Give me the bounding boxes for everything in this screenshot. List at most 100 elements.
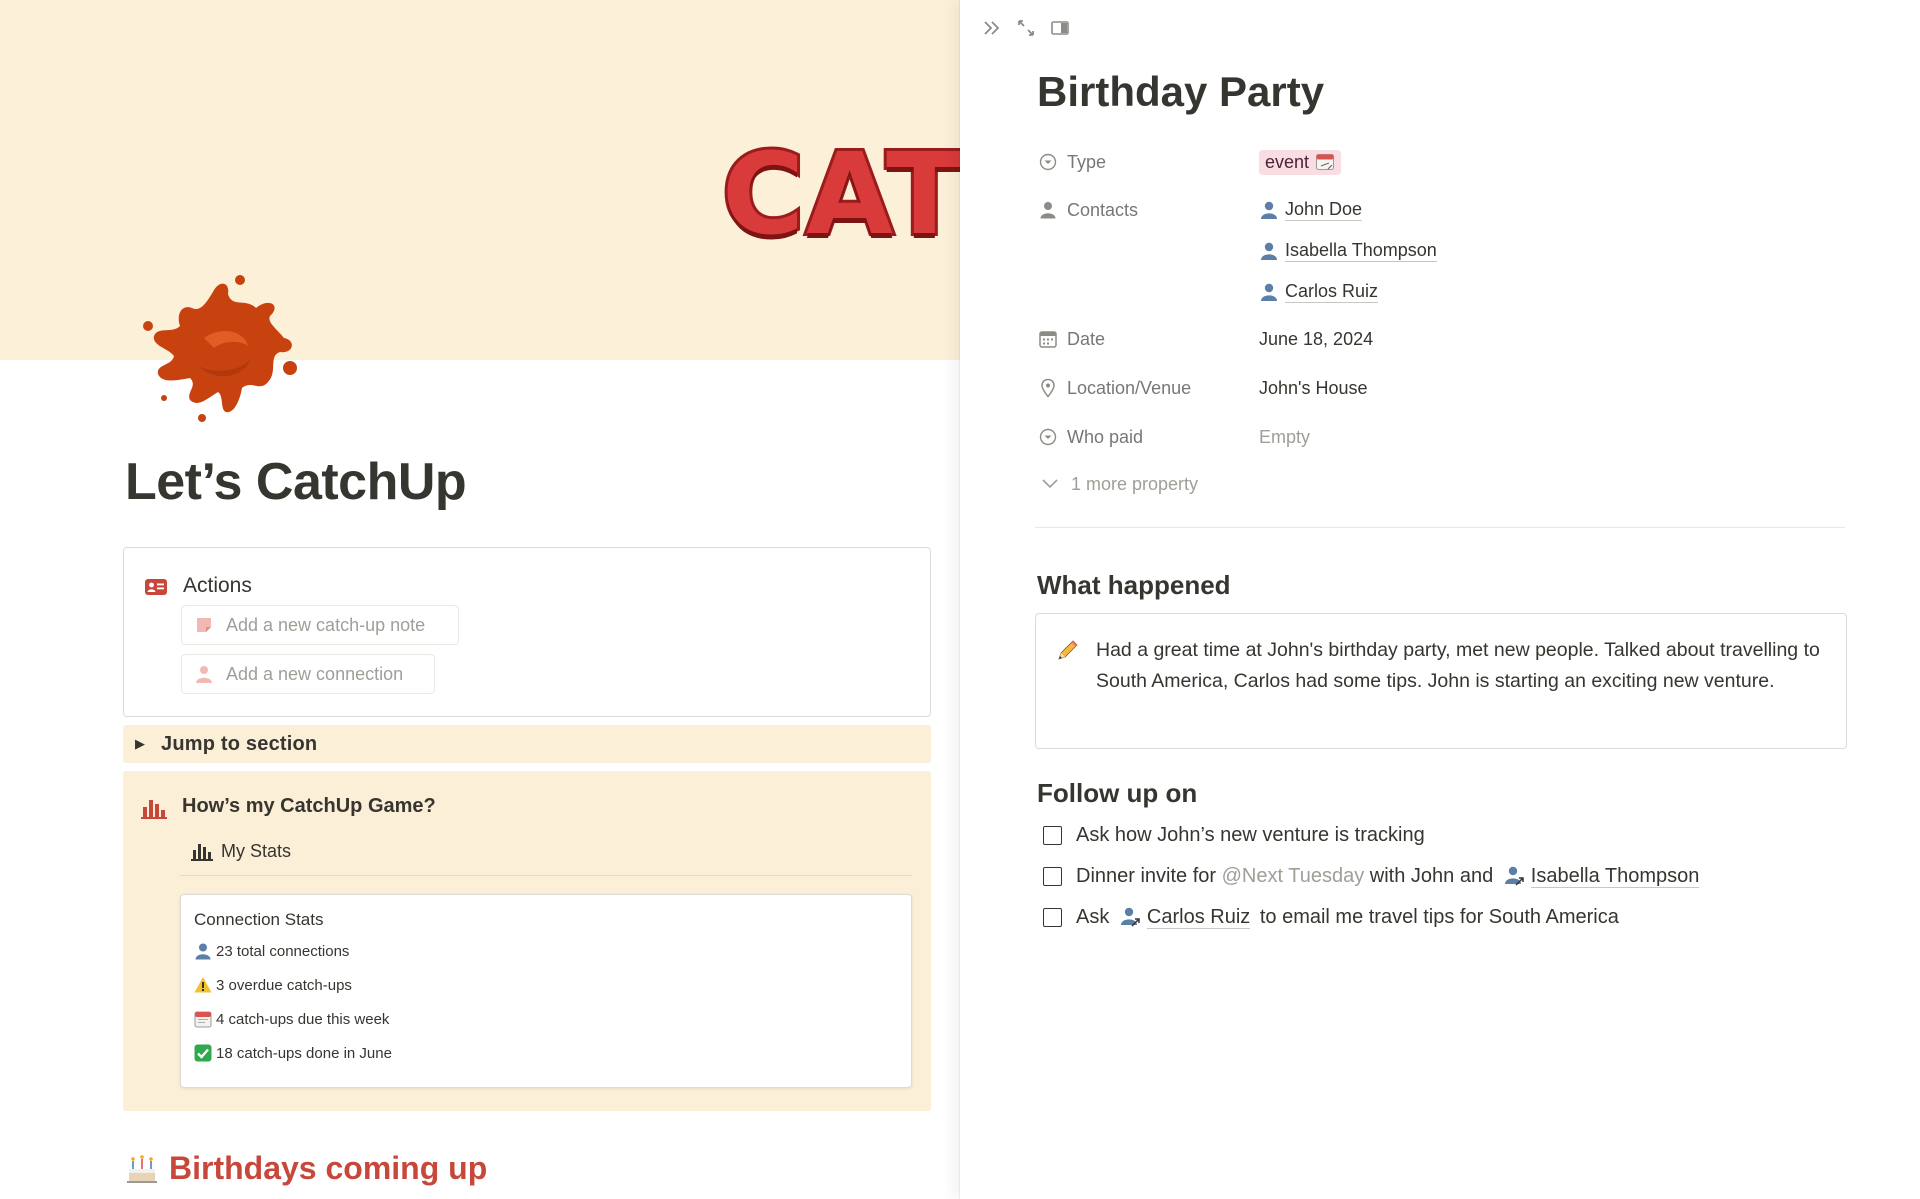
my-stats-link[interactable]: My Stats xyxy=(191,837,291,865)
person-mention[interactable]: Carlos Ruiz xyxy=(1119,905,1251,929)
event-tag: event xyxy=(1259,149,1342,175)
bar-chart-icon xyxy=(141,800,167,819)
calendar-icon xyxy=(194,1011,212,1028)
todo-checkbox[interactable] xyxy=(1043,866,1062,886)
person-mention-icon xyxy=(1504,866,1524,886)
date-mention[interactable]: @Next Tuesday xyxy=(1222,865,1365,888)
catchup-game-title: How’s my CatchUp Game? xyxy=(182,795,436,817)
peek-toolbar xyxy=(980,16,1072,40)
page-title[interactable]: Let’s CatchUp xyxy=(125,452,467,512)
jump-to-section-label: Jump to section xyxy=(161,732,318,755)
what-happened-callout[interactable]: Had a great time at John's birthday part… xyxy=(1035,613,1847,749)
main-page: CATC Let’s CatchUp Actions A xyxy=(0,0,960,1199)
divider xyxy=(1035,527,1845,528)
property-name-label: Location/Venue xyxy=(1067,377,1192,398)
select-icon xyxy=(1039,428,1057,446)
person-mention-name: Carlos Ruiz xyxy=(1146,905,1251,929)
location-value: John's House xyxy=(1259,377,1368,398)
property-name-label: Type xyxy=(1067,151,1107,172)
property-date: Date June 18, 2024 xyxy=(1037,322,1837,356)
connection-stats-title: Connection Stats xyxy=(194,910,324,929)
property-name[interactable]: Type xyxy=(1037,145,1257,179)
paint-splat-icon[interactable] xyxy=(128,268,308,428)
property-name-label: Who paid xyxy=(1067,426,1144,447)
stat-text: 18 catch-ups done in June xyxy=(216,1044,392,1062)
warning-icon xyxy=(194,977,212,993)
toggle-triangle-icon[interactable]: ▶ xyxy=(135,736,161,752)
close-peek-button[interactable] xyxy=(980,16,1004,40)
jump-to-section-toggle[interactable]: ▶ Jump to section xyxy=(123,725,931,763)
empty-value: Empty xyxy=(1259,426,1311,447)
property-name[interactable]: Who paid xyxy=(1037,420,1257,454)
cover-logo-text: CATC xyxy=(719,127,960,263)
note-icon xyxy=(197,618,211,632)
actions-title: Actions xyxy=(183,574,252,597)
chevron-down-icon xyxy=(1042,479,1058,489)
stat-text: 23 total connections xyxy=(216,942,350,960)
open-full-page-button[interactable] xyxy=(1014,16,1038,40)
todo-text[interactable]: Ask how John’s new venture is tracking xyxy=(1076,824,1425,847)
todo-item: Ask Carlos Ruiz to email me travel tips … xyxy=(1043,902,1619,932)
stat-line: 4 catch-ups due this week xyxy=(194,1008,389,1030)
side-peek-panel: Birthday Party Type event Contacts John … xyxy=(960,0,1920,1199)
contact-name: Carlos Ruiz xyxy=(1285,281,1379,303)
stat-line: 3 overdue catch-ups xyxy=(194,974,352,996)
add-connection-button[interactable]: Add a new connection xyxy=(181,654,435,694)
location-pin-icon xyxy=(1041,378,1055,398)
pencil-icon xyxy=(1058,640,1078,660)
person-icon xyxy=(196,666,212,683)
stat-text: 4 catch-ups due this week xyxy=(216,1010,390,1028)
person-icon xyxy=(1261,201,1277,219)
property-name-label: Contacts xyxy=(1067,199,1139,220)
add-catch-up-note-button[interactable]: Add a new catch-up note xyxy=(181,605,459,645)
property-type: Type event xyxy=(1037,145,1837,179)
side-panel-icon xyxy=(1051,21,1069,35)
date-value: June 18, 2024 xyxy=(1259,328,1374,349)
birthdays-heading[interactable]: Birthdays coming up xyxy=(125,1148,487,1188)
todo-text[interactable]: to email me travel tips for South Americ… xyxy=(1260,906,1619,929)
property-value[interactable]: June 18, 2024 xyxy=(1259,322,1373,356)
todo-item: Ask how John’s new venture is tracking xyxy=(1043,820,1425,850)
property-name[interactable]: Location/Venue xyxy=(1037,371,1257,405)
property-contacts: Contacts John Doe Isabella Thompson Carl… xyxy=(1037,193,1837,305)
person-icon xyxy=(195,943,211,960)
person-icon xyxy=(1261,283,1277,301)
person-mention[interactable]: Isabella Thompson xyxy=(1503,865,1700,888)
actions-callout: Actions Add a new catch-up note Add a ne… xyxy=(123,547,931,717)
follow-up-heading[interactable]: Follow up on xyxy=(1037,778,1197,809)
add-catch-up-note-label: Add a new catch-up note xyxy=(226,614,426,635)
contact-link[interactable]: Isabella Thompson xyxy=(1259,234,1437,268)
stat-line: 18 catch-ups done in June xyxy=(194,1042,392,1064)
property-value[interactable]: event xyxy=(1259,145,1342,179)
check-icon xyxy=(194,1044,212,1062)
todo-checkbox[interactable] xyxy=(1043,907,1062,927)
person-mention-name: Isabella Thompson xyxy=(1530,864,1700,888)
peek-mode-button[interactable] xyxy=(1048,16,1072,40)
event-tag-label: event xyxy=(1265,151,1310,172)
bar-chart-icon xyxy=(191,844,213,861)
double-chevron-right-icon xyxy=(984,21,1000,35)
property-name[interactable]: Date xyxy=(1037,322,1257,356)
property-name[interactable]: Contacts xyxy=(1037,193,1257,227)
what-happened-heading[interactable]: What happened xyxy=(1037,570,1231,601)
todo-checkbox[interactable] xyxy=(1043,825,1062,845)
contact-name: Isabella Thompson xyxy=(1285,240,1437,262)
property-name-label: Date xyxy=(1067,328,1106,349)
property-location: Location/Venue John's House xyxy=(1037,371,1837,405)
select-icon xyxy=(1039,153,1057,171)
property-value[interactable]: John's House xyxy=(1259,371,1368,405)
expand-icon xyxy=(1018,20,1034,36)
todo-text[interactable]: Dinner invite for xyxy=(1076,865,1216,888)
person-mention-icon xyxy=(1120,907,1140,927)
stat-text: 3 overdue catch-ups xyxy=(216,976,352,994)
todo-text[interactable]: with John and xyxy=(1370,865,1493,888)
divider xyxy=(180,875,912,876)
contact-link[interactable]: John Doe xyxy=(1259,193,1363,227)
contact-link[interactable]: Carlos Ruiz xyxy=(1259,275,1379,309)
more-properties-toggle[interactable]: 1 more property xyxy=(1037,467,1198,501)
connection-stats-card[interactable]: Connection Stats 23 total connections 3 … xyxy=(180,894,912,1088)
more-properties-label: 1 more property xyxy=(1071,473,1199,494)
todo-text[interactable]: Ask xyxy=(1076,906,1109,929)
peek-page-title[interactable]: Birthday Party xyxy=(1037,68,1324,116)
property-value[interactable]: Empty xyxy=(1259,420,1310,454)
